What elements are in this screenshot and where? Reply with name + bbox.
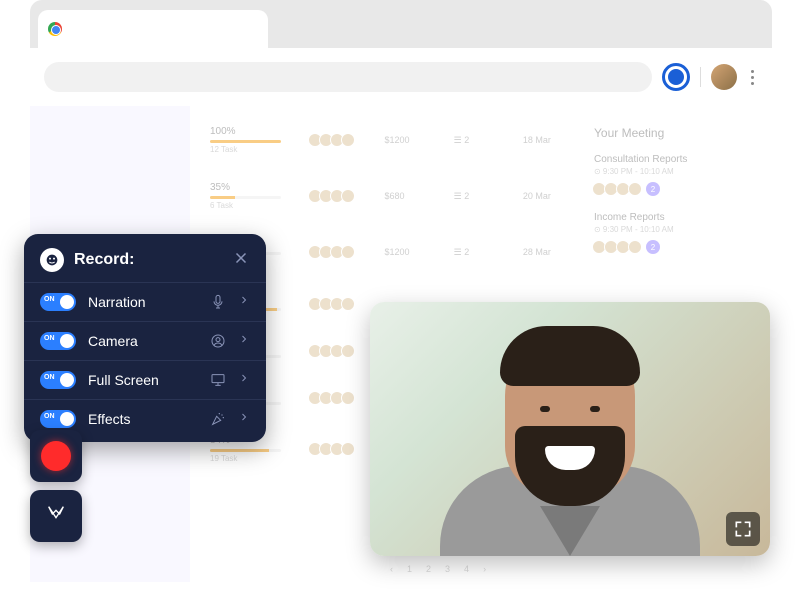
record-row-full-screen[interactable]: ON Full Screen: [24, 360, 266, 399]
confetti-icon: [210, 411, 226, 427]
page-link[interactable]: 2: [426, 564, 431, 574]
mic-icon: [210, 294, 226, 310]
record-circle-icon: [41, 441, 71, 471]
browser-toolbar: [30, 48, 772, 106]
control-buttons: [30, 430, 82, 550]
task-row: 35%6 Task$680☰ 220 Mar: [210, 182, 562, 210]
url-bar[interactable]: [44, 62, 652, 92]
toggle-switch[interactable]: ON: [40, 410, 76, 428]
chevron-right-icon: [238, 332, 250, 350]
chrome-icon: [48, 22, 62, 36]
expand-icon: [733, 519, 753, 539]
record-panel: Record: ON Narration ON Camera ON Full Screen…: [24, 234, 266, 442]
toggle-switch[interactable]: ON: [40, 371, 76, 389]
record-header: Record:: [24, 234, 266, 282]
meeting-item: Income Reports⊙ 9:30 PM - 10:10 AM2: [594, 212, 760, 254]
expand-button[interactable]: [726, 512, 760, 546]
pagination[interactable]: ‹ 1 2 3 4 ›: [390, 564, 486, 574]
fox-icon: [45, 503, 67, 530]
row-label: Camera: [88, 333, 198, 349]
person-illustration: [430, 326, 710, 556]
chevron-right-icon: [238, 293, 250, 311]
meeting-panel-title: Your Meeting: [594, 126, 760, 140]
chevron-right-icon: [238, 371, 250, 389]
task-row: 100%12 Task$1200☰ 218 Mar: [210, 126, 562, 154]
meeting-item: Consultation Reports⊙ 9:30 PM - 10:10 AM…: [594, 154, 760, 196]
divider: [700, 67, 701, 87]
camera-preview: [370, 302, 770, 556]
record-title: Record:: [74, 251, 222, 269]
browser-tab[interactable]: [38, 10, 268, 48]
meeting-panel: Your Meeting Consultation Reports⊙ 9:30 …: [582, 126, 772, 270]
record-row-camera[interactable]: ON Camera: [24, 321, 266, 360]
kebab-menu-icon[interactable]: [747, 66, 758, 89]
row-label: Effects: [88, 411, 198, 427]
page-link[interactable]: ‹: [390, 564, 393, 574]
record-button[interactable]: [30, 430, 82, 482]
tool-button[interactable]: [30, 490, 82, 542]
row-label: Full Screen: [88, 372, 198, 388]
page-link[interactable]: 4: [464, 564, 469, 574]
app-logo-icon: [40, 248, 64, 272]
page-link[interactable]: ›: [483, 564, 486, 574]
profile-avatar[interactable]: [711, 64, 737, 90]
monitor-icon: [210, 372, 226, 388]
record-row-narration[interactable]: ON Narration: [24, 282, 266, 321]
page-link[interactable]: 1: [407, 564, 412, 574]
person-circle-icon: [210, 333, 226, 349]
toggle-switch[interactable]: ON: [40, 332, 76, 350]
page-link[interactable]: 3: [445, 564, 450, 574]
browser-tab-strip: [30, 0, 772, 48]
row-label: Narration: [88, 294, 198, 310]
chevron-right-icon: [238, 410, 250, 428]
extension-badge[interactable]: [662, 63, 690, 91]
close-icon[interactable]: [232, 249, 250, 272]
toggle-switch[interactable]: ON: [40, 293, 76, 311]
